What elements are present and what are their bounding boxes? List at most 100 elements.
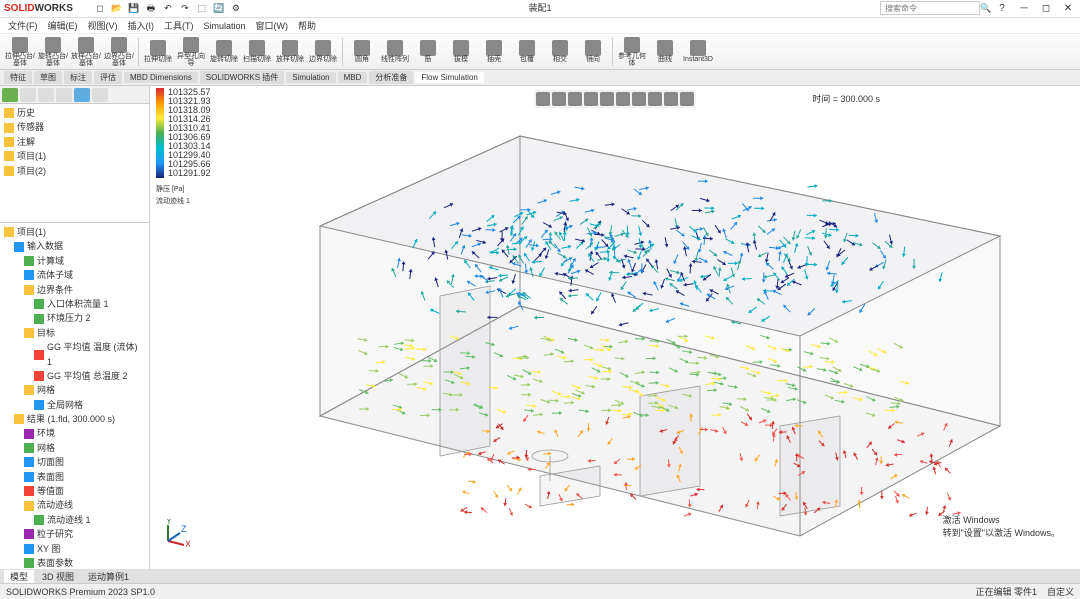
tab-标注[interactable]: 标注 <box>64 71 92 84</box>
ribbon-拉伸切除[interactable]: 拉伸切除 <box>142 36 174 68</box>
feature-tree-tab-icon[interactable] <box>2 88 18 102</box>
search-icon[interactable]: 🔍 <box>980 3 990 13</box>
display-style-icon[interactable] <box>616 92 630 106</box>
edit-appearance-icon[interactable] <box>648 92 662 106</box>
tree-item-边界条件[interactable]: 边界条件 <box>4 283 145 297</box>
tree-item-项目(1)[interactable]: 项目(1) <box>4 149 145 163</box>
tree-item-粒子研究[interactable]: 粒子研究 <box>4 527 145 541</box>
ribbon-扫描切除[interactable]: 扫描切除 <box>241 36 273 68</box>
tree-item-结果 (1.fld, 300.000 s)[interactable]: 结果 (1.fld, 300.000 s) <box>4 412 145 426</box>
select-icon[interactable]: ⬚ <box>195 2 209 16</box>
apply-scene-icon[interactable] <box>664 92 678 106</box>
property-tab-icon[interactable] <box>20 88 36 102</box>
menu-view[interactable]: 视图(V) <box>88 19 118 32</box>
ribbon-拔模[interactable]: 拔模 <box>445 36 477 68</box>
ribbon-抽壳[interactable]: 抽壳 <box>478 36 510 68</box>
minimize-button[interactable]: ─ <box>1014 1 1034 15</box>
tab-分析准备[interactable]: 分析准备 <box>369 71 413 84</box>
tree-item-项目(2)[interactable]: 项目(2) <box>4 164 145 178</box>
menu-insert[interactable]: 插入(I) <box>128 19 155 32</box>
tree-item-入口体积流量 1[interactable]: 入口体积流量 1 <box>4 297 145 311</box>
command-search-input[interactable] <box>880 1 980 15</box>
tree-item-历史[interactable]: 历史 <box>4 106 145 120</box>
tree-item-环境压力 2[interactable]: 环境压力 2 <box>4 311 145 325</box>
new-icon[interactable]: ◻ <box>93 2 107 16</box>
close-button[interactable]: ✕ <box>1058 1 1078 15</box>
save-icon[interactable]: 💾 <box>127 2 141 16</box>
ribbon-相交[interactable]: 相交 <box>544 36 576 68</box>
ribbon-线性阵列[interactable]: 线性阵列 <box>379 36 411 68</box>
display-tab-icon[interactable] <box>74 88 90 102</box>
ribbon-旋转凸台/基体[interactable]: 旋转凸台/基体 <box>37 36 69 68</box>
menu-simulation[interactable]: Simulation <box>204 21 246 31</box>
ribbon-包覆[interactable]: 包覆 <box>511 36 543 68</box>
tree-item-流动迹线 1[interactable]: 流动迹线 1 <box>4 513 145 527</box>
tree-item-XY 图[interactable]: XY 图 <box>4 542 145 556</box>
tree-item-表面图[interactable]: 表面图 <box>4 470 145 484</box>
tree-item-输入数据[interactable]: 输入数据 <box>4 239 145 253</box>
tree-item-切面图[interactable]: 切面图 <box>4 455 145 469</box>
tab-MBD[interactable]: MBD <box>338 72 368 83</box>
ribbon-旋转切除[interactable]: 旋转切除 <box>208 36 240 68</box>
ribbon-放样凸台/基体[interactable]: 放样凸台/基体 <box>70 36 102 68</box>
menu-file[interactable]: 文件(F) <box>8 19 38 32</box>
zoom-fit-icon[interactable] <box>536 92 550 106</box>
rebuild-icon[interactable]: 🔄 <box>212 2 226 16</box>
tree-item-GG 平均值 总温度 2[interactable]: GG 平均值 总温度 2 <box>4 369 145 383</box>
tab-草图[interactable]: 草图 <box>34 71 62 84</box>
tree-item-目标[interactable]: 目标 <box>4 326 145 340</box>
view-settings-icon[interactable] <box>680 92 694 106</box>
prev-view-icon[interactable] <box>568 92 582 106</box>
tree-item-等值面[interactable]: 等值面 <box>4 484 145 498</box>
ribbon-曲线[interactable]: 曲线 <box>649 36 681 68</box>
undo-icon[interactable]: ↶ <box>161 2 175 16</box>
tree-item-传感器[interactable]: 传感器 <box>4 120 145 134</box>
tab-Simulation[interactable]: Simulation <box>286 72 335 83</box>
tree-item-计算域[interactable]: 计算域 <box>4 254 145 268</box>
tree-item-GG 平均值 温度 (流体) 1[interactable]: GG 平均值 温度 (流体) 1 <box>4 340 145 369</box>
ribbon-放样切除[interactable]: 放样切除 <box>274 36 306 68</box>
hide-show-icon[interactable] <box>632 92 646 106</box>
bottom-tab-3dview[interactable]: 3D 视图 <box>36 570 80 583</box>
menu-help[interactable]: 帮助 <box>298 19 316 32</box>
options-icon[interactable]: ⚙ <box>229 2 243 16</box>
print-icon[interactable]: 🖶 <box>144 2 158 16</box>
tree-item-项目(1)[interactable]: 项目(1) <box>4 225 145 239</box>
graphics-area[interactable]: 时间 = 300.000 s 101325.57101321.93101318.… <box>150 86 1080 569</box>
tree-item-流动迹线[interactable]: 流动迹线 <box>4 498 145 512</box>
ribbon-拉伸凸台/基体[interactable]: 拉伸凸台/基体 <box>4 36 36 68</box>
dim-tab-icon[interactable] <box>56 88 72 102</box>
help-icon[interactable]: ? <box>992 1 1012 15</box>
ribbon-异型孔向导[interactable]: 异型孔向导 <box>175 36 207 68</box>
tab-SOLIDWORKS 插件[interactable]: SOLIDWORKS 插件 <box>200 71 284 84</box>
tree-item-网格[interactable]: 网格 <box>4 441 145 455</box>
tab-评估[interactable]: 评估 <box>94 71 122 84</box>
tab-特征[interactable]: 特征 <box>4 71 32 84</box>
tree-item-全局网格[interactable]: 全局网格 <box>4 398 145 412</box>
maximize-button[interactable]: ◻ <box>1036 1 1056 15</box>
tree-item-流体子域[interactable]: 流体子域 <box>4 268 145 282</box>
ribbon-边界切除[interactable]: 边界切除 <box>307 36 339 68</box>
redo-icon[interactable]: ↷ <box>178 2 192 16</box>
tree-item-表面参数[interactable]: 表面参数 <box>4 556 145 569</box>
config-tab-icon[interactable] <box>38 88 54 102</box>
ribbon-边界凸台/基体[interactable]: 边界凸台/基体 <box>103 36 135 68</box>
zoom-area-icon[interactable] <box>552 92 566 106</box>
ribbon-圆角[interactable]: 圆角 <box>346 36 378 68</box>
tab-Flow Simulation[interactable]: Flow Simulation <box>415 72 483 83</box>
menu-edit[interactable]: 编辑(E) <box>48 19 78 32</box>
menu-tools[interactable]: 工具(T) <box>164 19 194 32</box>
menu-window[interactable]: 窗口(W) <box>256 19 289 32</box>
tree-item-环境[interactable]: 环境 <box>4 426 145 440</box>
ribbon-镜向[interactable]: 镜向 <box>577 36 609 68</box>
bottom-tab-model[interactable]: 模型 <box>4 570 34 583</box>
ribbon-参考几何体[interactable]: 参考几何体 <box>616 36 648 68</box>
view-orient-icon[interactable] <box>600 92 614 106</box>
section-view-icon[interactable] <box>584 92 598 106</box>
tree-item-网格[interactable]: 网格 <box>4 383 145 397</box>
ribbon-筋[interactable]: 筋 <box>412 36 444 68</box>
bottom-tab-motion[interactable]: 运动算例1 <box>82 570 135 583</box>
flow-tab-icon[interactable] <box>92 88 108 102</box>
tab-MBD Dimensions[interactable]: MBD Dimensions <box>124 72 198 83</box>
open-icon[interactable]: 📂 <box>110 2 124 16</box>
